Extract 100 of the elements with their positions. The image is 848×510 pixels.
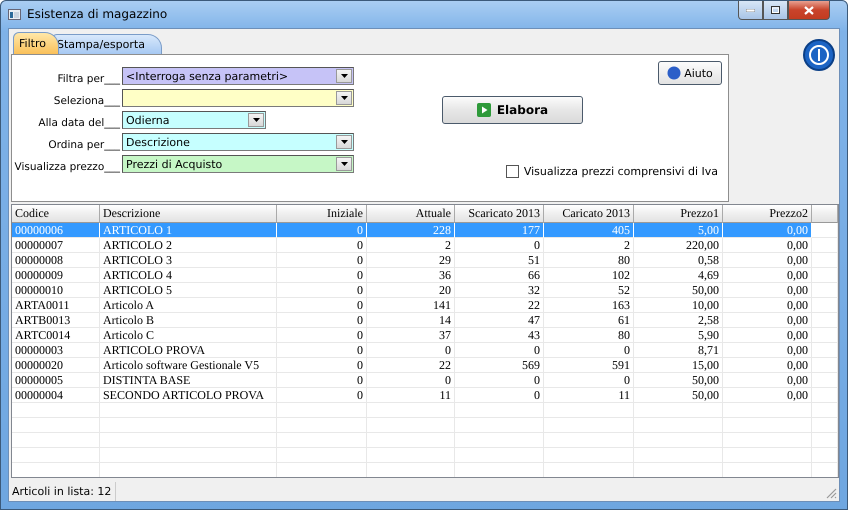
table-cell: 14	[367, 313, 455, 328]
table-cell: 0	[277, 343, 367, 358]
table-cell: 220,00	[634, 238, 723, 253]
table-cell: 0,00	[723, 388, 812, 403]
column-header[interactable]: Prezzo2	[723, 205, 812, 223]
table-cell: 2	[544, 238, 634, 253]
help-button[interactable]: Aiuto	[658, 61, 722, 85]
table-cell: 50,00	[634, 283, 723, 298]
table-cell: 51	[455, 253, 544, 268]
table-cell: 00000005	[12, 373, 100, 388]
close-button[interactable]	[788, 1, 830, 20]
table-cell: Articolo A	[100, 298, 277, 313]
table-cell: ARTICOLO PROVA	[100, 343, 277, 358]
dropdown-field[interactable]: <Interroga senza parametri>	[122, 67, 354, 85]
play-icon	[476, 103, 491, 117]
table-cell: 0	[455, 388, 544, 403]
table-cell: 2	[367, 238, 455, 253]
table-cell: 0,58	[634, 253, 723, 268]
checkbox[interactable]	[506, 165, 519, 178]
table-cell: 52	[544, 283, 634, 298]
table-cell: ARTB0013	[12, 313, 100, 328]
table-cell: 0	[277, 298, 367, 313]
table-row[interactable]: 00000010 ARTICOLO 5 0 20 32 52 50,00 0,00	[12, 283, 838, 298]
table-cell: 00000008	[12, 253, 100, 268]
minimize-button[interactable]	[738, 1, 763, 20]
column-header[interactable]: Attuale	[367, 205, 455, 223]
table-cell: 22	[367, 358, 455, 373]
table-cell: 61	[544, 313, 634, 328]
table-cell: 102	[544, 268, 634, 283]
column-header[interactable]: Scaricato 2013	[455, 205, 544, 223]
table-cell: 0,00	[723, 313, 812, 328]
table-row[interactable]: 00000007 ARTICOLO 2 0 2 0 2 220,00 0,00	[12, 238, 838, 253]
dropdown-field[interactable]: Descrizione	[122, 133, 354, 151]
table-cell: 0	[544, 373, 634, 388]
table-cell: 0	[367, 343, 455, 358]
table-row[interactable]: ARTB0013 Articolo B 0 14 47 61 2,58 0,00	[12, 313, 838, 328]
maximize-icon	[771, 6, 780, 14]
table-cell: ARTICOLO 4	[100, 268, 277, 283]
maximize-button[interactable]	[763, 1, 788, 20]
table-cell: SECONDO ARTICOLO PROVA	[100, 388, 277, 403]
table-cell: 00000020	[12, 358, 100, 373]
table-cell: 36	[367, 268, 455, 283]
table-cell: 0,00	[723, 358, 812, 373]
run-button[interactable]: Elabora	[442, 96, 583, 124]
tab[interactable]: Filtro	[13, 32, 59, 54]
table-cell: 2,58	[634, 313, 723, 328]
table-cell: 177	[455, 223, 544, 238]
table-row[interactable]: 00000004 SECONDO ARTICOLO PROVA 0 11 0 11 50,00 0,00	[12, 388, 838, 403]
table-row[interactable]: 00000003 ARTICOLO PROVA 0 0 0 0 8,71 0,00	[12, 343, 838, 358]
table-cell: 0,00	[723, 343, 812, 358]
table-cell: 37	[367, 328, 455, 343]
table-cell: 0,00	[723, 298, 812, 313]
dropdown-field[interactable]: Prezzi di Acquisto	[122, 155, 354, 173]
table-cell: 569	[455, 358, 544, 373]
table-cell: 163	[544, 298, 634, 313]
table-cell: 0	[544, 343, 634, 358]
table-cell: 22	[455, 298, 544, 313]
info-icon[interactable]	[803, 39, 835, 71]
table-cell: 0	[277, 268, 367, 283]
table-row[interactable]: ARTA0011 Articolo A 0 141 22 163 10,00 0,00	[12, 298, 838, 313]
table-cell: 0	[277, 313, 367, 328]
column-header[interactable]: Iniziale	[277, 205, 367, 223]
table-cell: ARTICOLO 1	[100, 223, 277, 238]
table-cell: 0	[277, 358, 367, 373]
table-cell: 50,00	[634, 373, 723, 388]
table-cell: 0	[367, 373, 455, 388]
table-cell: 0,00	[723, 328, 812, 343]
table-cell: ARTICOLO 3	[100, 253, 277, 268]
table-cell: 00000006	[12, 223, 100, 238]
table-row[interactable]: 00000008 ARTICOLO 3 0 29 51 80 0,58 0,00	[12, 253, 838, 268]
table-cell: 0	[277, 223, 367, 238]
table-cell: 00000009	[12, 268, 100, 283]
table-cell: 141	[367, 298, 455, 313]
column-header[interactable]: Descrizione	[100, 205, 277, 223]
column-header[interactable]: Codice	[12, 205, 100, 223]
minimize-icon	[746, 8, 755, 12]
table-cell: 15,00	[634, 358, 723, 373]
table-row[interactable]: 00000009 ARTICOLO 4 0 36 66 102 4,69 0,00	[12, 268, 838, 283]
table-cell: 0,00	[723, 238, 812, 253]
table-cell: 0,00	[723, 283, 812, 298]
table-cell: 4,69	[634, 268, 723, 283]
column-header[interactable]: Prezzo1	[634, 205, 723, 223]
close-icon	[804, 6, 814, 14]
table-cell: 20	[367, 283, 455, 298]
checkbox-label[interactable]: Visualizza prezzi comprensivi di Iva	[524, 165, 718, 178]
table-row[interactable]: 00000020 Articolo software Gestionale V5 0 22 569 591 15,00 0,00	[12, 358, 838, 373]
field-label: Ordina per___	[48, 139, 120, 152]
column-header[interactable]: Caricato 2013	[544, 205, 634, 223]
window-icon	[8, 9, 21, 20]
table-cell: 405	[544, 223, 634, 238]
table-cell: 0	[455, 373, 544, 388]
resize-grip-icon[interactable]	[826, 488, 837, 499]
table-cell: 00000007	[12, 238, 100, 253]
table-row[interactable]: ARTC0014 Articolo C 0 37 43 80 5,90 0,00	[12, 328, 838, 343]
table-cell: 47	[455, 313, 544, 328]
dropdown-field[interactable]	[122, 89, 354, 107]
table-row[interactable]: 00000005 DISTINTA BASE 0 0 0 0 50,00 0,00	[12, 373, 838, 388]
dropdown-field[interactable]: Odierna	[122, 111, 266, 129]
table-cell: 0	[277, 373, 367, 388]
table-cell: 11	[544, 388, 634, 403]
